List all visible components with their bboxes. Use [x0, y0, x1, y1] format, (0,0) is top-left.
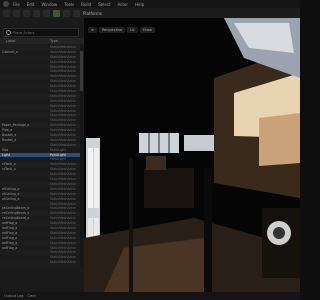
column-type[interactable]: Type: [50, 39, 58, 43]
world-outliner: Place Actors Label Type StaticMeshActor C…: [0, 18, 84, 292]
menu-select[interactable]: Select: [98, 2, 110, 7]
level-viewport[interactable]: ≡ Perspective Lit Show: [84, 18, 300, 292]
outliner-column-header: Label Type: [0, 38, 84, 44]
outliner-tab[interactable]: [0, 18, 84, 27]
stop-icon[interactable]: [73, 9, 80, 17]
main-toolbar: Platforms: [0, 8, 300, 18]
platforms-button[interactable]: Platforms: [83, 11, 102, 16]
menu-build[interactable]: Build: [81, 2, 91, 7]
menu-window[interactable]: Window: [41, 2, 57, 7]
outliner-scrollbar[interactable]: [80, 45, 83, 265]
menu-actor[interactable]: Actor: [117, 2, 128, 7]
menu-edit[interactable]: Edit: [27, 2, 35, 7]
search-placeholder: Place Actors: [13, 30, 35, 35]
viewport-toolbar: ≡ Perspective Lit Show: [88, 27, 155, 33]
column-label[interactable]: Label: [6, 39, 15, 43]
outliner-list: StaticMeshActor Cabinet_a StaticMeshActor S…: [0, 45, 80, 266]
search-icon: [6, 30, 11, 35]
play-icon[interactable]: [53, 9, 60, 17]
engine-logo-icon[interactable]: [3, 1, 9, 7]
menu-bar: File Edit Window Tools Build Select Acto…: [0, 0, 300, 8]
show-button[interactable]: Show: [139, 27, 155, 33]
mode-select-icon[interactable]: [13, 9, 20, 17]
add-content-icon[interactable]: [23, 9, 30, 17]
lit-button[interactable]: Lit: [127, 27, 138, 33]
scene-render: [84, 18, 300, 292]
row-type: StaticMeshActor: [50, 260, 76, 265]
outliner-row[interactable]: StaticMeshActor: [0, 260, 80, 266]
menu-tools[interactable]: Tools: [64, 2, 74, 7]
outliner-search-input[interactable]: Place Actors: [3, 28, 79, 37]
status-bar: Output Log Cmd: [0, 292, 300, 300]
blueprint-icon[interactable]: [33, 9, 40, 17]
cinematics-icon[interactable]: [43, 9, 50, 17]
cmd-button[interactable]: Cmd: [28, 294, 36, 298]
viewport-options-button[interactable]: ≡: [88, 27, 97, 33]
skip-icon[interactable]: [63, 9, 70, 17]
save-icon[interactable]: [3, 9, 10, 17]
menu-help[interactable]: Help: [135, 2, 144, 7]
scrollbar-thumb[interactable]: [80, 51, 83, 91]
menu-file[interactable]: File: [13, 2, 20, 7]
output-log-button[interactable]: Output Log: [4, 294, 24, 298]
perspective-button[interactable]: Perspective: [98, 27, 126, 33]
